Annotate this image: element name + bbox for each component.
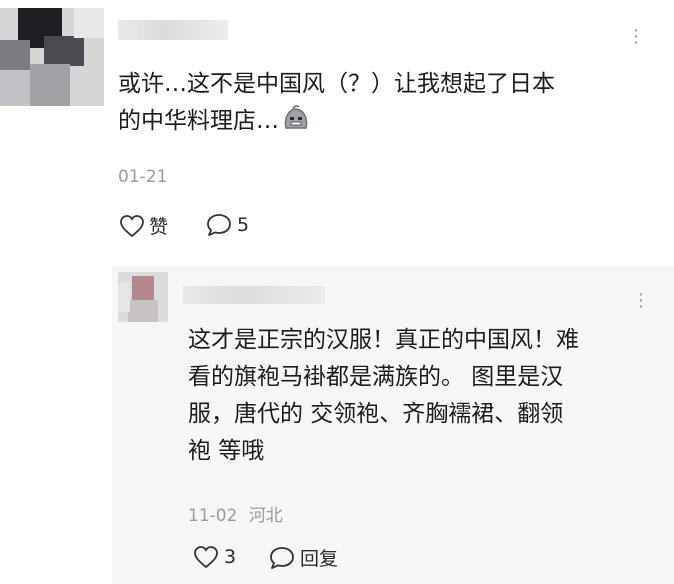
speech-bubble-icon [207,214,231,236]
comment-text-line2: 的中华料理店… [118,108,279,134]
reply-text: 这才是正宗的汉服！真正的中国风！难 看的旗袍马褂都是满族的。 图里是汉 服，唐代… [188,322,579,470]
like-label: 赞 [149,216,169,238]
reply-avatar[interactable] [118,272,168,322]
grimace-emoji-icon [284,105,308,129]
reply-meta: 11-02 河北 [188,501,283,526]
reply-text-line: 这才是正宗的汉服！真正的中国风！难 [188,327,579,353]
comment-reply-button[interactable]: 5 [205,212,249,238]
reply-text-line: 袍 等哦 [188,438,265,464]
comment-text-line: 或许…这不是中国风（？）让我想起了日本 [118,71,555,97]
reply-text-line: 看的旗袍马褂都是满族的。 图里是汉 [188,364,564,390]
heart-icon [120,214,144,237]
heart-icon [194,546,218,569]
comment-more-icon[interactable]: ⋮ [627,28,646,46]
reply-more-icon[interactable]: ⋮ [632,292,651,310]
speech-bubble-icon [270,546,294,569]
reply-count: 5 [237,214,250,236]
like-count: 3 [224,546,237,568]
comment-text: 或许…这不是中国风（？）让我想起了日本 的中华料理店… [118,66,555,140]
reply-label: 回复 [300,548,339,570]
comment-avatar[interactable] [0,8,104,106]
reply-location: 河北 [248,506,283,526]
reply-like-button[interactable]: 3 [192,544,236,570]
reply-date: 11-02 [188,506,238,526]
comment-date: 01-21 [118,167,168,187]
reply-reply-button[interactable]: 回复 [268,544,338,571]
comment-username[interactable] [118,20,228,40]
reply-username[interactable] [183,286,325,304]
comment-like-button[interactable]: 赞 [118,212,168,239]
comment-text-line-2: 的中华料理店… [118,103,555,140]
reply-text-line: 服，唐代的 交领袍、齐胸襦裙、翻领 [188,401,564,427]
